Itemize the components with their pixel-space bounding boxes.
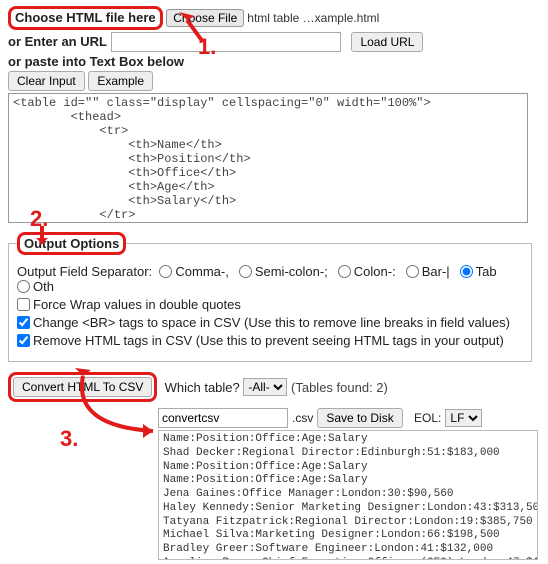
choose-file-label: Choose HTML file here (8, 6, 163, 30)
file-ext-label: .csv (292, 411, 313, 425)
step-3-label: 3. (60, 426, 78, 452)
sep-other[interactable]: Oth (17, 279, 54, 294)
url-input[interactable] (111, 32, 341, 52)
example-button[interactable]: Example (88, 71, 153, 91)
eol-label: EOL: (414, 411, 441, 425)
chosen-file-text: html table …xample.html (247, 11, 379, 25)
output-area[interactable]: Name:Position:Office:Age:Salary Shad Dec… (158, 430, 538, 560)
sep-bar[interactable]: Bar-| (406, 264, 450, 279)
sep-tab[interactable]: Tab (460, 264, 497, 279)
tables-found-text: (Tables found: 2) (291, 380, 388, 395)
which-table-select[interactable]: -All- (243, 378, 287, 396)
paste-label: or paste into Text Box below (8, 54, 184, 69)
convert-button[interactable]: Convert HTML To CSV (13, 377, 152, 397)
which-table-label: Which table? (165, 380, 240, 395)
opt-remove-html[interactable]: Remove HTML tags in CSV (Use this to pre… (17, 333, 504, 348)
opt-change-br[interactable]: Change <BR> tags to space in CSV (Use th… (17, 315, 510, 330)
output-options-legend: Output Options (17, 232, 126, 256)
clear-input-button[interactable]: Clear Input (8, 71, 85, 91)
sep-comma[interactable]: Comma-, (159, 264, 228, 279)
enter-url-label: or Enter an URL (8, 34, 107, 49)
choose-file-button[interactable]: Choose File (166, 9, 244, 27)
separator-label: Output Field Separator: (17, 264, 152, 279)
sep-semi[interactable]: Semi-colon-; (239, 264, 328, 279)
filename-input[interactable] (158, 408, 288, 428)
sep-colon[interactable]: Colon-: (338, 264, 396, 279)
eol-select[interactable]: LF (445, 409, 482, 427)
opt-force-wrap[interactable]: Force Wrap values in double quotes (17, 297, 241, 312)
save-to-disk-button[interactable]: Save to Disk (317, 408, 402, 428)
load-url-button[interactable]: Load URL (351, 32, 423, 52)
output-options-fieldset: Output Options Output Field Separator: C… (8, 232, 532, 363)
source-textarea[interactable] (8, 93, 528, 223)
